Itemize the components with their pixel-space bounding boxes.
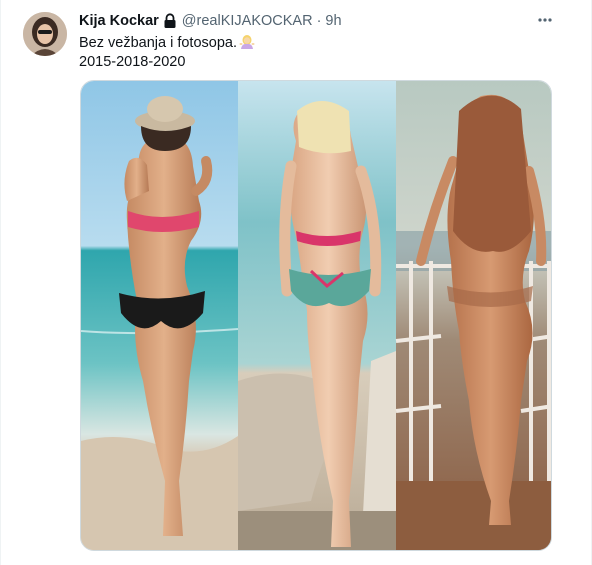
woman-shrugging-emoji xyxy=(239,35,255,49)
avatar[interactable] xyxy=(23,12,67,56)
action-bar xyxy=(79,558,553,565)
tweet-header: Kija Kockar @realKIJAKOCKAR · 9h xyxy=(79,12,342,30)
more-options-button[interactable] xyxy=(535,10,555,30)
tweet-text-years: 2015-2018-2020 xyxy=(79,54,186,70)
shower-photo-2018 xyxy=(238,81,396,550)
separator-dot: · xyxy=(316,13,322,29)
tweet-media[interactable] xyxy=(80,80,552,551)
beach-photo-2015 xyxy=(81,81,239,550)
user-handle[interactable]: @realKIJAKOCKAR xyxy=(182,13,313,29)
tweet-card[interactable]: Kija Kockar @realKIJAKOCKAR · 9h Bez vež… xyxy=(0,0,592,565)
lock-icon xyxy=(163,13,177,29)
tweet-text-caption: Bez vežbanja i fotosopa. xyxy=(79,35,237,51)
balcony-photo-2020 xyxy=(395,81,551,550)
tweet-text: Bez vežbanja i fotosopa. 2015-2018-2020 xyxy=(79,34,255,72)
tweet-text-line: Bez vežbanja i fotosopa. xyxy=(79,34,255,53)
more-dots-icon xyxy=(538,18,552,22)
display-name[interactable]: Kija Kockar xyxy=(79,13,159,29)
timestamp[interactable]: 9h xyxy=(325,13,341,29)
